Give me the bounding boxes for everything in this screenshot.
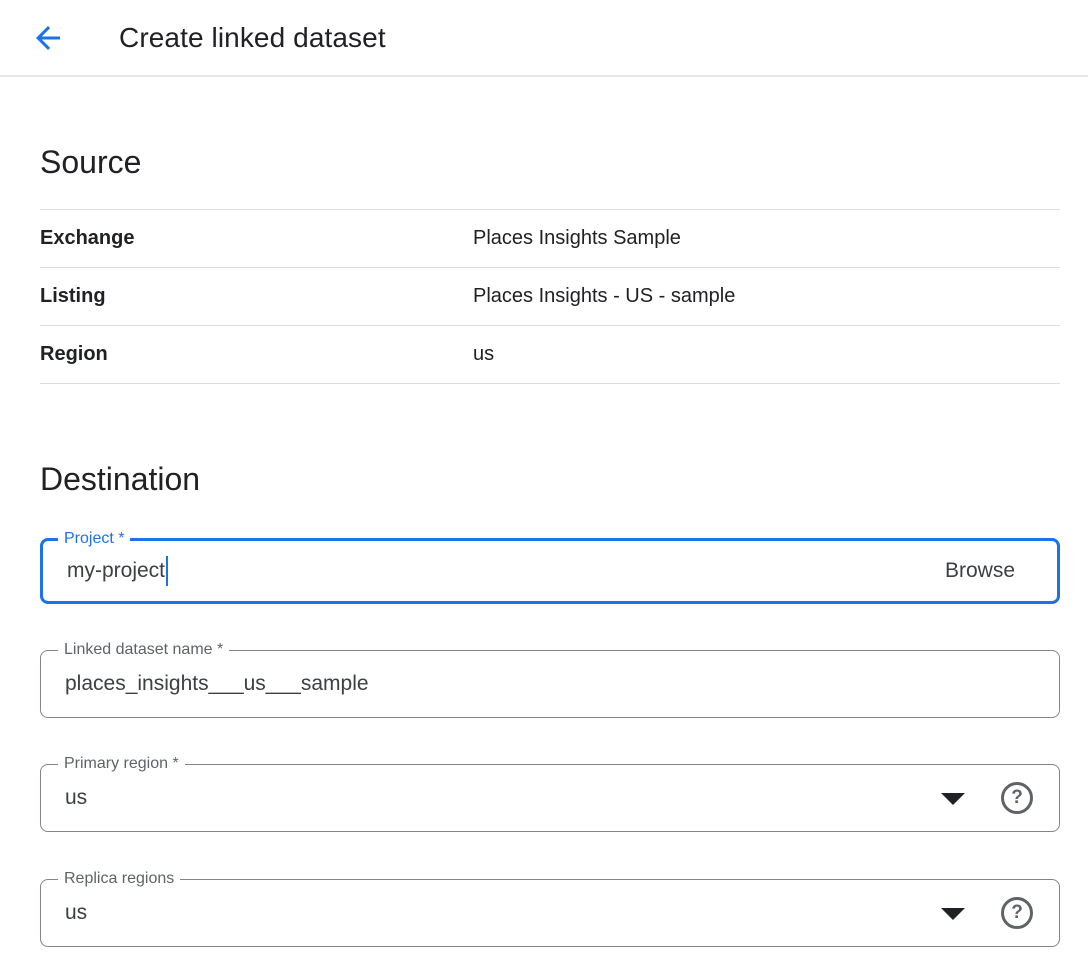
exchange-value: Places Insights Sample — [473, 227, 681, 250]
listing-value: Places Insights - US - sample — [473, 285, 735, 308]
project-field[interactable]: Project * my-project Browse — [40, 538, 1060, 604]
region-value: us — [473, 343, 494, 366]
destination-section-heading: Destination — [40, 458, 1060, 500]
primary-region-select[interactable]: Primary region * us ? — [40, 764, 1060, 832]
source-row-listing: Listing Places Insights - US - sample — [40, 268, 1060, 326]
source-table: Exchange Places Insights Sample Listing … — [40, 209, 1060, 384]
source-row-exchange: Exchange Places Insights Sample — [40, 210, 1060, 268]
primary-region-label: Primary region * — [58, 754, 185, 774]
linked-dataset-name-label: Linked dataset name * — [58, 640, 229, 660]
browse-button[interactable]: Browse — [945, 559, 1015, 583]
project-input-value[interactable]: my-project — [67, 559, 165, 583]
page-header: Create linked dataset — [0, 0, 1088, 77]
exchange-label: Exchange — [40, 227, 473, 250]
back-button[interactable] — [28, 18, 68, 58]
primary-region-value: us — [65, 786, 87, 810]
replica-regions-select[interactable]: Replica regions us ? — [40, 879, 1060, 947]
help-icon[interactable]: ? — [1001, 782, 1033, 814]
back-arrow-icon — [30, 20, 66, 56]
linked-dataset-name-value[interactable]: places_insights___us___sample — [65, 672, 369, 696]
text-cursor — [166, 556, 168, 586]
listing-label: Listing — [40, 285, 473, 308]
region-label: Region — [40, 343, 473, 366]
source-section-heading: Source — [40, 141, 1060, 183]
page-title: Create linked dataset — [119, 22, 386, 54]
project-field-label: Project * — [58, 529, 130, 549]
dropdown-arrow-icon[interactable] — [941, 908, 965, 920]
dropdown-arrow-icon[interactable] — [941, 793, 965, 805]
replica-regions-label: Replica regions — [58, 869, 180, 889]
linked-dataset-name-field[interactable]: Linked dataset name * places_insights___… — [40, 650, 1060, 718]
help-icon[interactable]: ? — [1001, 897, 1033, 929]
source-row-region: Region us — [40, 326, 1060, 384]
replica-regions-value: us — [65, 901, 87, 925]
